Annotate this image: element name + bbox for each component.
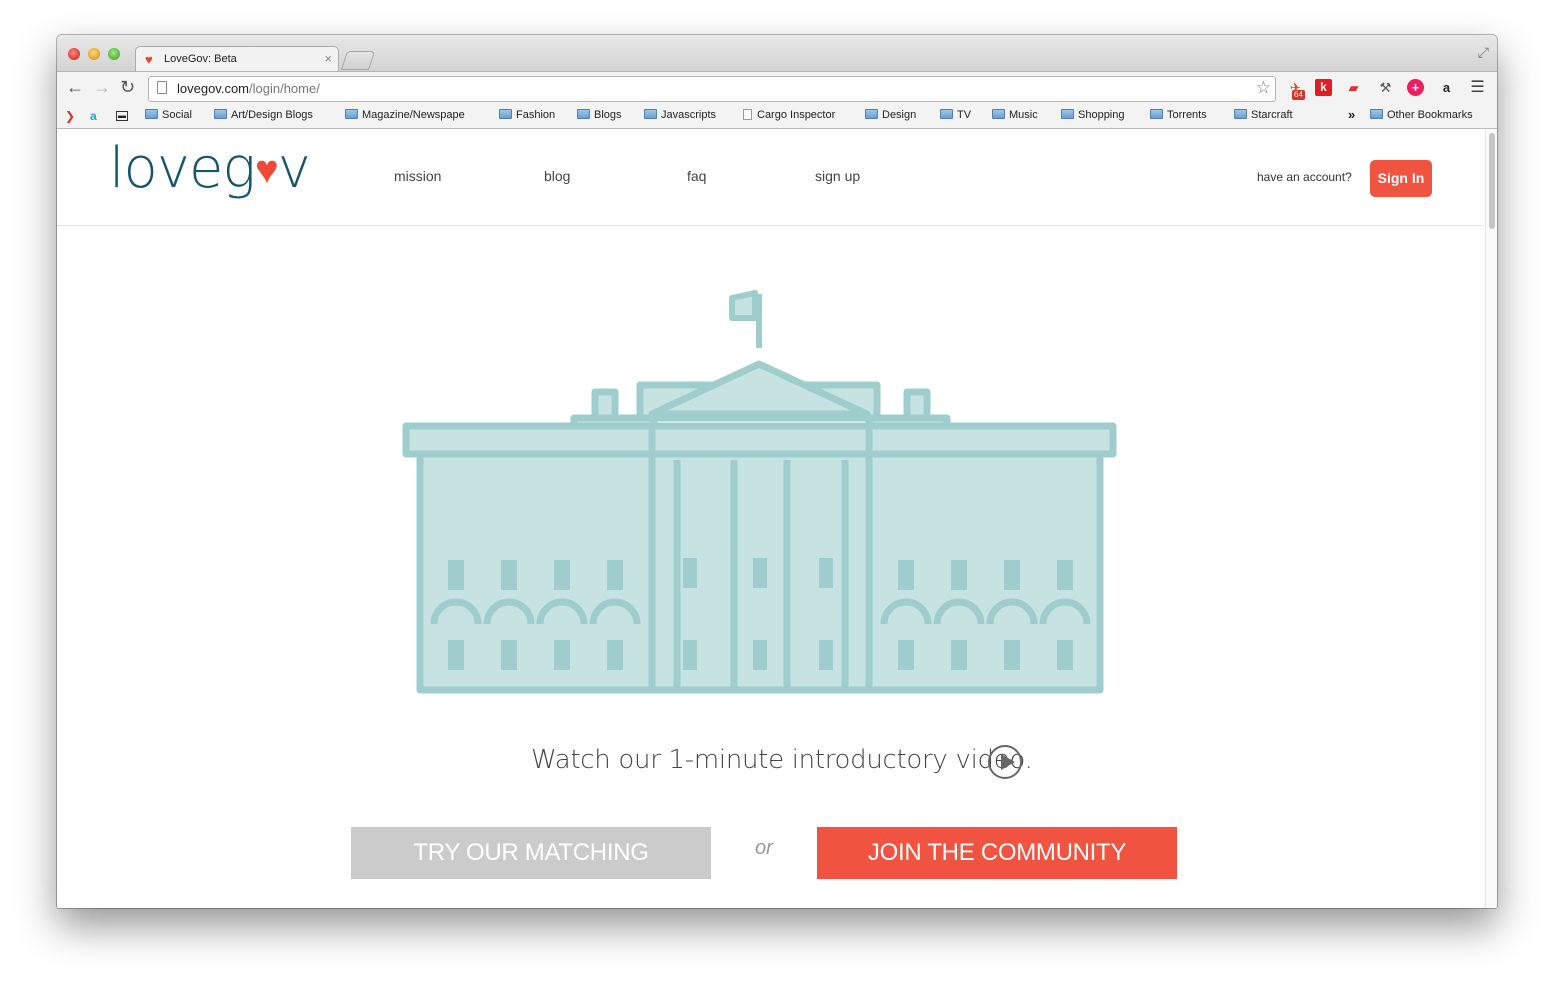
page-icon <box>157 81 167 94</box>
bookmark-folder-shopping[interactable]: Shopping <box>1061 109 1125 121</box>
bookmark-label: Social <box>162 109 192 121</box>
bookmark-folder-fashion[interactable]: Fashion <box>499 109 555 121</box>
play-video-icon[interactable] <box>988 745 1022 779</box>
url-path: /login/home/ <box>249 81 320 96</box>
tab-close-icon[interactable]: × <box>324 51 332 66</box>
logo-text-suffix: v <box>277 136 311 201</box>
lovegov-logo[interactable]: loveg♥v <box>109 136 311 206</box>
extension-plus-icon[interactable]: + <box>1407 79 1424 96</box>
folder-icon <box>1061 109 1074 119</box>
address-bar[interactable]: lovegov.com/login/home/ ☆ <box>148 76 1276 102</box>
other-bookmarks-folder[interactable]: Other Bookmarks <box>1370 109 1473 121</box>
intro-video-text[interactable]: Watch our 1-minute introductory video. <box>531 745 1033 775</box>
bookmark-label: Music <box>1009 109 1038 121</box>
bookmark-label: Design <box>882 109 917 121</box>
folder-icon <box>644 109 657 119</box>
folder-icon <box>145 109 158 119</box>
bookmark-folder-art-design[interactable]: Art/Design Blogs <box>214 109 313 121</box>
minimize-window-button[interactable] <box>88 48 100 60</box>
bookmarks-overflow-icon[interactable]: » <box>1348 107 1355 122</box>
reload-icon[interactable]: ↻ <box>120 77 135 98</box>
url-domain: lovegov.com <box>177 81 250 96</box>
bookmark-label: Blogs <box>594 109 622 121</box>
close-window-button[interactable] <box>68 48 80 60</box>
forward-arrow-icon[interactable]: → <box>93 77 111 98</box>
folder-icon <box>345 109 358 119</box>
bookmark-cargo-inspector[interactable]: Cargo Inspector <box>743 109 835 121</box>
heart-favicon-icon: ♥ <box>145 52 153 67</box>
try-matching-button[interactable]: TRY OUR MATCHING <box>351 827 711 879</box>
heart-logo-icon: ♥ <box>255 147 279 193</box>
bookmark-folder-javascripts[interactable]: Javascripts <box>644 109 716 121</box>
new-tab-button[interactable] <box>340 51 376 70</box>
extension-badge: 64 <box>1292 90 1305 100</box>
nav-link-blog[interactable]: blog <box>544 168 570 184</box>
tab-title: LoveGov: Beta <box>164 53 237 65</box>
bookmark-app-blue-icon[interactable]: a <box>90 109 97 123</box>
have-account-text: have an account? <box>1257 170 1352 184</box>
scrollbar-thumb[interactable] <box>1489 133 1495 229</box>
folder-icon <box>865 109 878 119</box>
bookmarks-bar: ❯ a ▬ Social Art/Design Blogs Magazine/N… <box>57 104 1497 129</box>
bookmark-folder-tv[interactable]: TV <box>940 109 971 121</box>
bookmark-label: Cargo Inspector <box>757 109 836 121</box>
bookmark-label: Starcraft <box>1251 109 1293 121</box>
folder-icon <box>577 109 590 119</box>
bookmark-folder-torrents[interactable]: Torrents <box>1150 109 1207 121</box>
folder-icon <box>1370 109 1383 119</box>
join-community-button[interactable]: JOIN THE COMMUNITY <box>817 827 1177 879</box>
bookmark-label: Torrents <box>1167 109 1207 121</box>
nav-link-faq[interactable]: faq <box>687 168 706 184</box>
zoom-window-button[interactable] <box>108 48 120 60</box>
bookmark-folder-design[interactable]: Design <box>865 109 916 121</box>
folder-icon <box>1234 109 1247 119</box>
bookmark-folder-social[interactable]: Social <box>145 109 192 121</box>
logo-text-prefix: loveg <box>109 136 256 201</box>
bookmark-label: Javascripts <box>661 109 717 121</box>
bookmark-folder-music[interactable]: Music <box>992 109 1038 121</box>
bookmark-app-msu-icon[interactable]: ▬ <box>116 111 128 121</box>
browser-toolbar: ← → ↻ lovegov.com/login/home/ ☆ ✈ 64 k ▰… <box>57 71 1497 105</box>
bookmark-star-icon[interactable]: ☆ <box>1256 78 1271 98</box>
bookmark-label: TV <box>957 109 972 121</box>
bookmark-label: Fashion <box>516 109 556 121</box>
or-separator: or <box>755 837 773 859</box>
page-viewport: loveg♥v mission blog faq sign up have an… <box>57 129 1485 908</box>
bookmark-label: Other Bookmarks <box>1387 109 1473 121</box>
page-scrollbar[interactable] <box>1485 129 1497 908</box>
fullscreen-icon[interactable]: ⤢ <box>1478 44 1489 61</box>
nav-link-mission[interactable]: mission <box>394 168 441 184</box>
url-text[interactable]: lovegov.com/login/home/ <box>177 81 320 96</box>
white-house-illustration <box>402 290 1117 694</box>
bookmark-folder-blogs[interactable]: Blogs <box>577 109 622 121</box>
browser-tab[interactable]: ♥ LoveGov: Beta × <box>135 46 339 72</box>
title-bar: ♥ LoveGov: Beta × ⤢ <box>57 35 1497 72</box>
wrench-icon[interactable]: ⚒ <box>1377 79 1394 96</box>
bookmark-label: Magazine/Newspape <box>362 109 465 121</box>
menu-icon[interactable]: ☰ <box>1469 79 1486 96</box>
folder-icon <box>1150 109 1163 119</box>
extension-couch-icon[interactable]: ▰ <box>1345 79 1362 96</box>
bookmark-app-red-icon[interactable]: ❯ <box>65 109 75 123</box>
bookmark-folder-starcraft[interactable]: Starcraft <box>1234 109 1293 121</box>
folder-icon <box>499 109 512 119</box>
nav-link-sign-up[interactable]: sign up <box>815 168 860 184</box>
back-arrow-icon[interactable]: ← <box>66 77 84 98</box>
amazon-icon[interactable]: a <box>1438 79 1455 96</box>
bookmark-folder-magazine[interactable]: Magazine/Newspape <box>345 109 465 121</box>
page-icon <box>743 109 752 120</box>
browser-window: ♥ LoveGov: Beta × ⤢ ← → ↻ lovegov.com/lo… <box>57 35 1497 908</box>
site-header: loveg♥v mission blog faq sign up have an… <box>57 129 1485 226</box>
bookmark-label: Shopping <box>1078 109 1125 121</box>
folder-icon <box>992 109 1005 119</box>
folder-icon <box>940 109 953 119</box>
folder-icon <box>214 109 227 119</box>
extension-k-icon[interactable]: k <box>1315 79 1332 96</box>
sign-in-button[interactable]: Sign In <box>1370 160 1432 197</box>
bookmark-label: Art/Design Blogs <box>231 109 313 121</box>
